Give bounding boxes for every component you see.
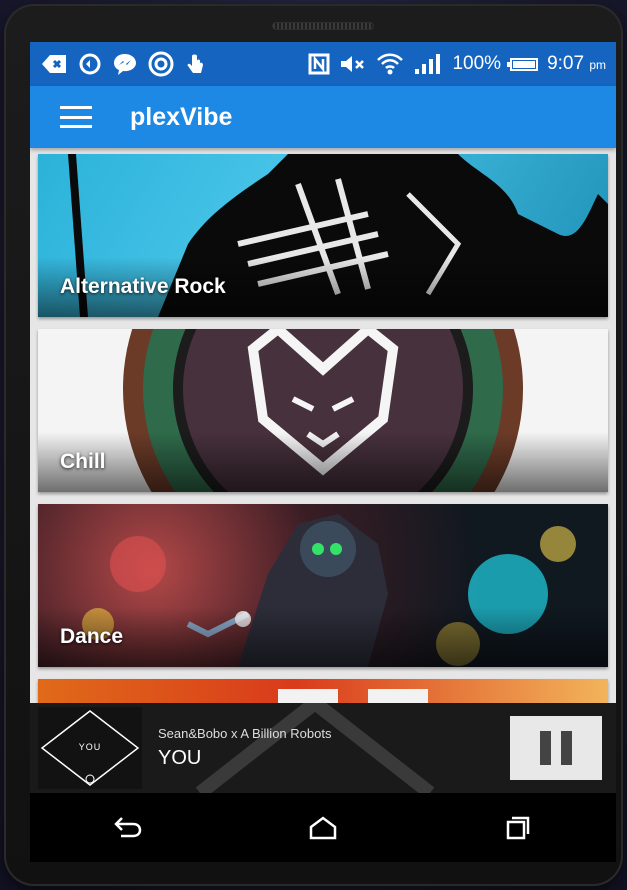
nfc-icon	[308, 53, 330, 75]
app-bar: plexVibe	[30, 86, 616, 148]
genre-card-chill[interactable]: Chill	[38, 329, 608, 492]
back-icon	[113, 816, 141, 837]
track-info[interactable]: Sean&Bobo x A Billion Robots YOU	[158, 726, 331, 770]
card-shade	[38, 432, 608, 492]
app-title: plexVibe	[130, 102, 233, 131]
genre-card-dance[interactable]: Dance	[38, 504, 608, 667]
camera-icon	[148, 51, 174, 77]
clock-ampm: pm	[589, 58, 606, 72]
pause-icon-bar	[561, 731, 572, 765]
genre-label: Chill	[60, 450, 106, 473]
sync-icon	[79, 53, 101, 75]
pause-button[interactable]	[510, 716, 602, 780]
genre-card-alternative-rock[interactable]: Alternative Rock	[38, 154, 608, 317]
mute-icon	[341, 56, 365, 72]
status-left-icons	[40, 51, 206, 77]
signal-icon	[415, 54, 441, 74]
track-artist: Sean&Bobo x A Billion Robots	[158, 726, 332, 741]
track-title: YOU	[158, 747, 202, 769]
messenger-icon	[114, 54, 136, 75]
battery-percentage: 100%	[452, 53, 502, 74]
album-label: YOU	[78, 742, 102, 752]
now-playing-bar[interactable]: YOU Sean&Bobo x A Billion Robots YOU	[30, 703, 616, 793]
wifi-icon	[377, 53, 404, 75]
system-nav-bar	[30, 793, 616, 862]
genre-label: Dance	[60, 625, 124, 648]
status-right-icons: 100% 9:07 pm	[308, 52, 606, 76]
speaker-grille	[272, 22, 374, 30]
clock: 9:07 pm	[547, 53, 606, 75]
recents-button[interactable]	[488, 808, 548, 848]
menu-icon[interactable]	[60, 106, 92, 128]
back-button[interactable]	[98, 808, 158, 848]
notification-icon	[42, 55, 66, 73]
genre-label: Alternative Rock	[60, 275, 226, 298]
battery-icon	[507, 57, 539, 71]
recents-icon	[507, 816, 530, 839]
phone-frame: 100% 9:07 pm plexVibe Alternative Rock C…	[4, 4, 623, 886]
touch-icon	[187, 54, 203, 73]
home-button[interactable]	[293, 808, 353, 848]
pause-icon-bar	[540, 731, 551, 765]
clock-time: 9:07	[547, 53, 585, 74]
status-bar: 100% 9:07 pm	[30, 42, 616, 86]
home-icon	[309, 815, 337, 839]
album-art[interactable]: YOU	[38, 707, 142, 789]
card-shade	[38, 607, 608, 667]
screen: 100% 9:07 pm plexVibe Alternative Rock C…	[30, 42, 616, 862]
